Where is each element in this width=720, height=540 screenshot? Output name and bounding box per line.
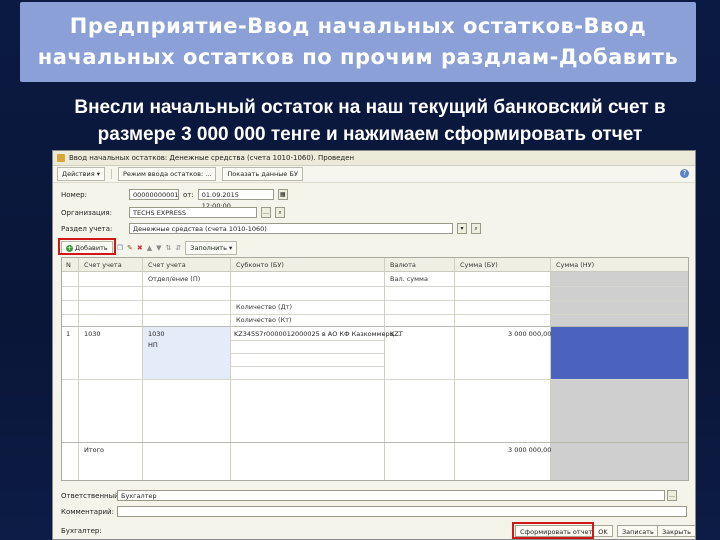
window-toolbar: Действия ▾ Режим ввода остатков: ... Пок…	[53, 166, 695, 183]
row-currency: KZT	[390, 330, 403, 338]
column-divider	[230, 258, 231, 480]
slide-title: Предприятие-Ввод начальных остатков-Ввод…	[37, 14, 679, 69]
report-button-highlight	[512, 522, 594, 539]
accountant-label: Бухгалтер:	[61, 527, 102, 535]
total-label: Итого	[84, 446, 105, 454]
tax-sum-cell-selected[interactable]	[551, 327, 688, 379]
row-account: 1030	[148, 330, 165, 338]
header-divider	[62, 300, 688, 301]
row-bottom-line	[62, 379, 688, 380]
responsible-label: Ответственный:	[61, 492, 122, 500]
column-divider	[454, 258, 455, 480]
move-up-icon[interactable]: ▲	[147, 244, 152, 252]
sort-asc-icon[interactable]: ⇅	[166, 244, 172, 252]
row-subaccount: KZ345S7r0000012000025 в АО КФ Казкоммерц…	[234, 330, 401, 338]
delete-icon[interactable]: ✖	[137, 244, 143, 252]
calendar-icon[interactable]: ▦	[277, 189, 288, 200]
row-sum: 3 000 000,00	[508, 330, 552, 338]
organization-search-icon[interactable]: ⌕	[275, 207, 285, 218]
row-divider	[230, 340, 384, 341]
section-search-icon[interactable]: ⌕	[471, 223, 481, 234]
subheader-cur-sum: Вал. сумма	[390, 275, 428, 283]
header-currency: Валюта	[390, 261, 416, 269]
row-account-np: НП	[148, 341, 158, 349]
entries-table[interactable]: N Счет учета Счет учета Субконто (БУ) Ва…	[61, 257, 689, 481]
header-divider	[62, 314, 688, 315]
total-value: 3 000 000,00	[508, 446, 552, 454]
section-row: Раздел учета: Денежные средства (счета 1…	[61, 223, 481, 234]
sort-desc-icon[interactable]: ⇵	[175, 244, 181, 252]
subheader-qty-dt: Количество (Дт)	[236, 303, 292, 311]
organization-select-button[interactable]: …	[261, 207, 271, 218]
edit-icon[interactable]: ✎	[127, 244, 133, 252]
organization-row: Организация: TECHS EXPRESS … ⌕	[61, 207, 285, 218]
row-divider	[230, 353, 384, 354]
save-button[interactable]: Записать	[617, 525, 659, 537]
document-window: Ввод начальных остатков: Денежные средст…	[52, 150, 696, 540]
comment-label: Комментарий:	[61, 508, 114, 516]
window-titlebar: Ввод начальных остатков: Денежные средст…	[53, 151, 695, 166]
mode-button[interactable]: Режим ввода остатков: ...	[117, 167, 217, 181]
help-icon[interactable]: ?	[680, 169, 689, 178]
header-account: Счет учета	[148, 261, 186, 269]
window-title: Ввод начальных остатков: Денежные средст…	[69, 154, 355, 162]
actions-menu[interactable]: Действия ▾	[57, 167, 105, 181]
column-divider	[384, 258, 385, 480]
subheader-division: Отдел/ение (П)	[148, 275, 201, 283]
organization-field[interactable]: TECHS EXPRESS	[129, 207, 257, 218]
number-field[interactable]: 00000000001	[129, 189, 179, 200]
header-divider	[62, 286, 688, 287]
comment-field[interactable]	[117, 506, 687, 517]
show-data-button[interactable]: Показать данные БУ	[222, 167, 303, 181]
column-divider	[78, 258, 79, 480]
header-n: N	[66, 261, 71, 269]
section-dropdown-icon[interactable]: ▾	[457, 223, 467, 234]
toolbar-separator	[110, 169, 112, 179]
row-code: 1030	[84, 330, 101, 338]
row-divider	[230, 366, 384, 367]
header-sum-tax: Сумма (НУ)	[556, 261, 595, 269]
responsible-select-button[interactable]: …	[667, 490, 677, 501]
add-button-highlight	[58, 238, 116, 255]
move-down-icon[interactable]: ▼	[156, 244, 161, 252]
slide-title-box: Предприятие-Ввод начальных остатков-Ввод…	[20, 2, 696, 82]
responsible-field[interactable]: Бухгалтер	[117, 490, 665, 501]
total-top-line	[62, 442, 688, 443]
organization-label: Организация:	[61, 208, 112, 217]
number-row: Номер: 00000000001 от: 01.09.2015 12:00:…	[61, 189, 288, 210]
fill-menu[interactable]: Заполнить ▾	[185, 241, 238, 255]
copy-icon[interactable]: ❐	[117, 244, 123, 252]
header-code: Счет учета	[84, 261, 122, 269]
row-number: 1	[66, 330, 71, 338]
number-label: Номер:	[61, 190, 87, 199]
date-field[interactable]: 01.09.2015 12:00:00	[197, 189, 274, 210]
subheader-qty-kt: Количество (Кт)	[236, 316, 292, 324]
ok-button[interactable]: OK	[593, 525, 613, 537]
from-label: от:	[183, 190, 194, 199]
document-icon	[57, 154, 65, 162]
slide-subtitle: Внесли начальный остаток на наш текущий …	[74, 97, 666, 145]
close-button[interactable]: Закрыть	[657, 525, 695, 537]
section-field[interactable]: Денежные средства (счета 1010-1060)	[129, 223, 453, 234]
header-sum-buh: Сумма (БУ)	[460, 261, 498, 269]
header-subaccount: Субконто (БУ)	[236, 261, 284, 269]
section-label: Раздел учета:	[61, 224, 113, 233]
